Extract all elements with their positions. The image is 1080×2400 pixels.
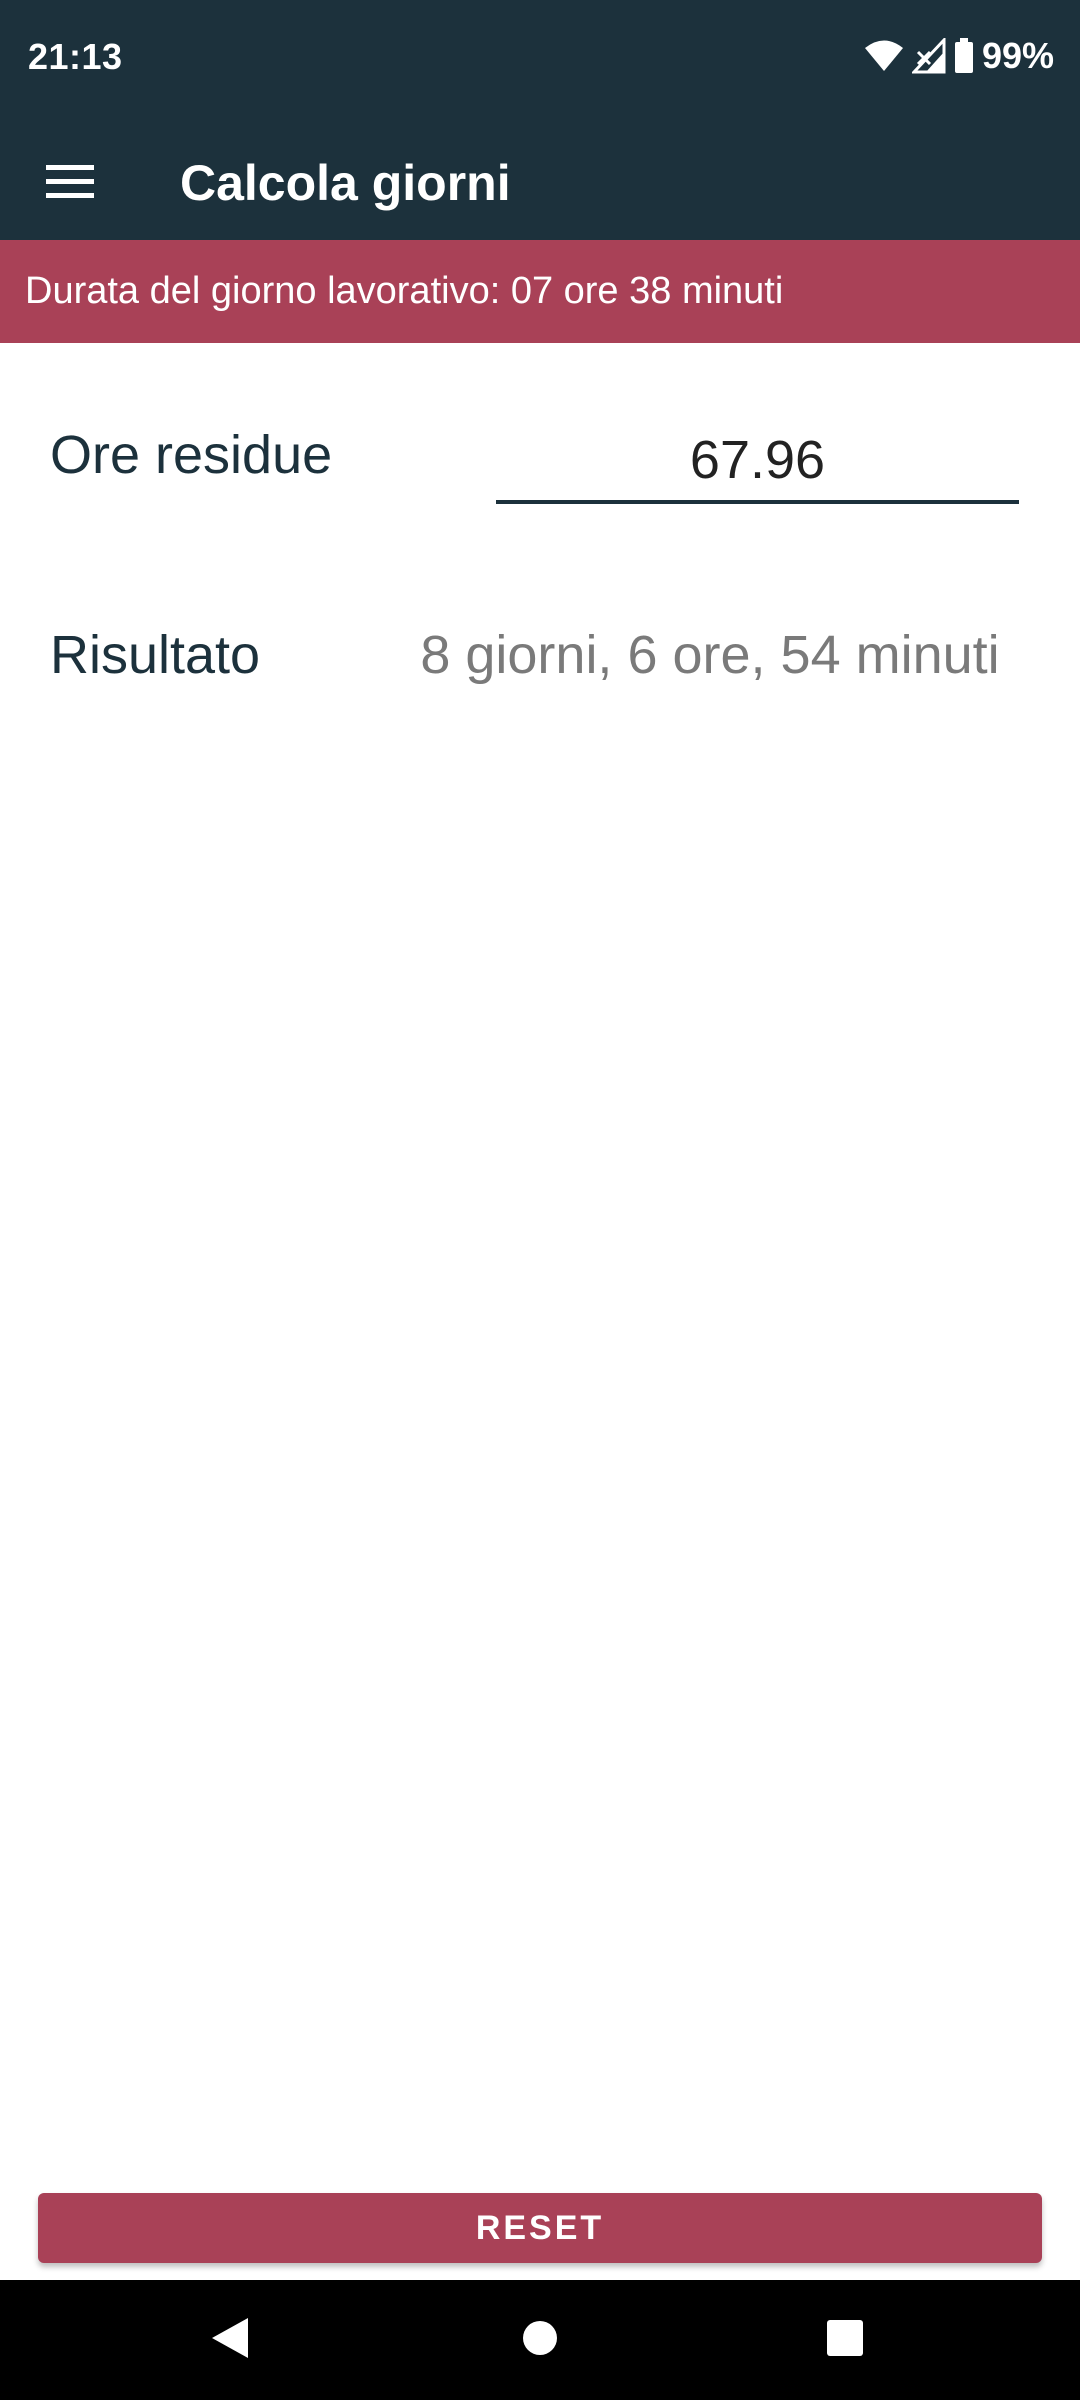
wifi-icon <box>864 39 904 73</box>
menu-button[interactable] <box>28 141 112 225</box>
status-bar: 21:13 99% <box>0 0 1080 113</box>
screen: 21:13 99% Calcola giorni Durata del gior… <box>0 0 1080 2400</box>
risultato-value: 8 giorni, 6 ore, 54 minuti <box>420 625 1000 685</box>
navigation-bar <box>0 2280 1080 2400</box>
signal-icon <box>911 38 946 74</box>
page-title: Calcola giorni <box>180 155 511 211</box>
status-icons: 99% <box>864 35 1054 76</box>
ore-residue-label: Ore residue <box>50 425 333 485</box>
home-icon <box>521 2319 559 2362</box>
ore-residue-input[interactable] <box>496 420 1019 504</box>
battery-percent: 99% <box>981 35 1054 76</box>
back-icon <box>210 2316 250 2365</box>
reset-button[interactable]: RESET <box>38 2193 1042 2263</box>
menu-icon <box>46 163 94 204</box>
nav-home-button[interactable] <box>500 2300 580 2380</box>
recents-icon <box>826 2319 864 2362</box>
battery-icon <box>954 38 974 74</box>
status-time: 21:13 <box>28 36 123 77</box>
nav-back-button[interactable] <box>190 2300 270 2380</box>
risultato-label: Risultato <box>50 625 261 685</box>
nav-recents-button[interactable] <box>805 2300 885 2380</box>
workday-duration-banner: Durata del giorno lavorativo: 07 ore 38 … <box>0 240 1080 343</box>
app-bar: Calcola giorni <box>0 113 1080 240</box>
